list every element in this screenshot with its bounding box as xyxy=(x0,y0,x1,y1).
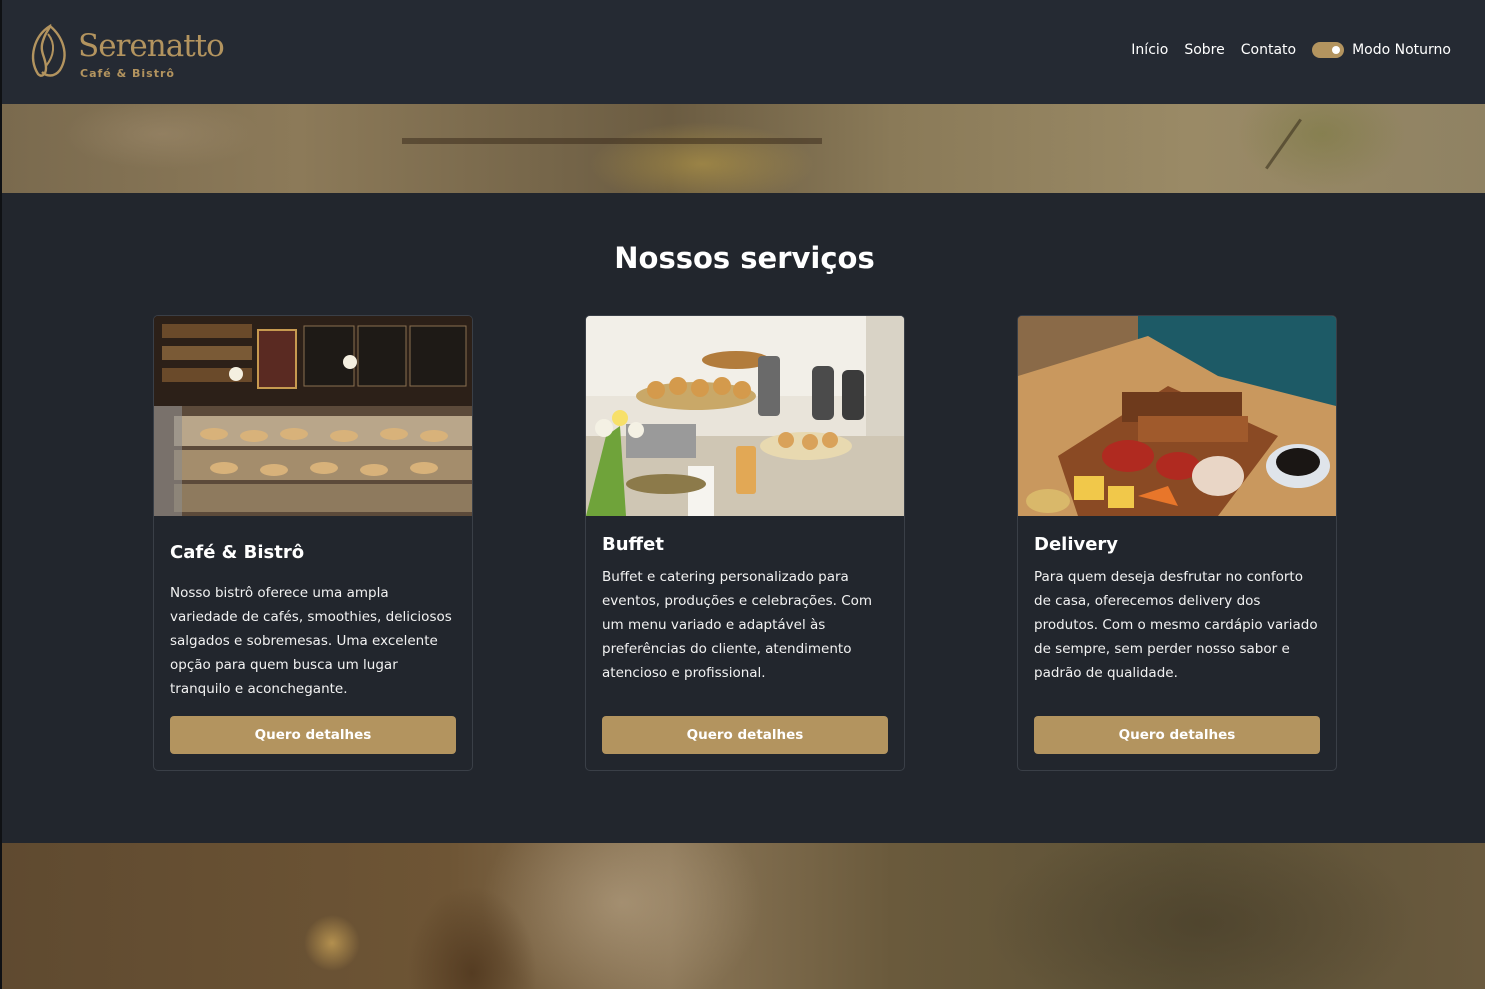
card-title: Buffet xyxy=(602,534,664,555)
details-button[interactable]: Quero detalhes xyxy=(170,716,456,754)
night-mode-label: Modo Noturno xyxy=(1352,42,1451,58)
card-description: Buffet e catering personalizado para eve… xyxy=(602,569,873,681)
site-header: Serenatto Café & Bistrô Início Sobre Con… xyxy=(2,0,1485,104)
hero-decoration xyxy=(402,104,822,144)
service-card-cafe: Café & Bistrô Nosso bistrô oferece uma a… xyxy=(153,315,473,771)
nav-link-sobre[interactable]: Sobre xyxy=(1184,42,1224,58)
buffet-table-image xyxy=(586,316,904,516)
service-card-delivery: Delivery Para quem deseja desfrutar no c… xyxy=(1017,315,1337,771)
nav-link-contato[interactable]: Contato xyxy=(1241,42,1296,58)
night-mode-toggle[interactable] xyxy=(1312,42,1345,58)
brand-tagline: Café & Bistrô xyxy=(80,67,175,80)
details-button[interactable]: Quero detalhes xyxy=(602,716,888,754)
plant-stem-decoration xyxy=(1265,118,1302,170)
cafe-counter-illustration xyxy=(154,316,472,516)
buffet-table-illustration xyxy=(586,316,904,516)
details-button[interactable]: Quero detalhes xyxy=(1034,716,1320,754)
brand-name: Serenatto xyxy=(78,28,225,64)
cafe-counter-image xyxy=(154,316,472,516)
hero-background-image xyxy=(2,104,1485,193)
nav-link-inicio[interactable]: Início xyxy=(1131,42,1168,58)
page: Serenatto Café & Bistrô Início Sobre Con… xyxy=(0,0,1485,989)
toggle-knob xyxy=(1332,46,1341,54)
logo[interactable]: Serenatto Café & Bistrô xyxy=(28,22,248,82)
services-title: Nossos serviços xyxy=(614,241,875,275)
card-title: Delivery xyxy=(1034,534,1119,555)
card-description: Nosso bistrô oferece uma ampla variedade… xyxy=(170,585,452,697)
delivery-box-illustration xyxy=(1018,316,1336,516)
service-card-buffet: Buffet Buffet e catering personalizado p… xyxy=(585,315,905,771)
delivery-box-image xyxy=(1018,316,1336,516)
card-description: Para quem deseja desfrutar no conforto d… xyxy=(1034,569,1318,681)
coffee-bean-logo-icon xyxy=(31,23,66,77)
card-title: Café & Bistrô xyxy=(170,542,305,563)
main-nav: Início Sobre Contato Modo Noturno xyxy=(1115,38,1451,62)
bottom-background-image xyxy=(2,843,1485,989)
